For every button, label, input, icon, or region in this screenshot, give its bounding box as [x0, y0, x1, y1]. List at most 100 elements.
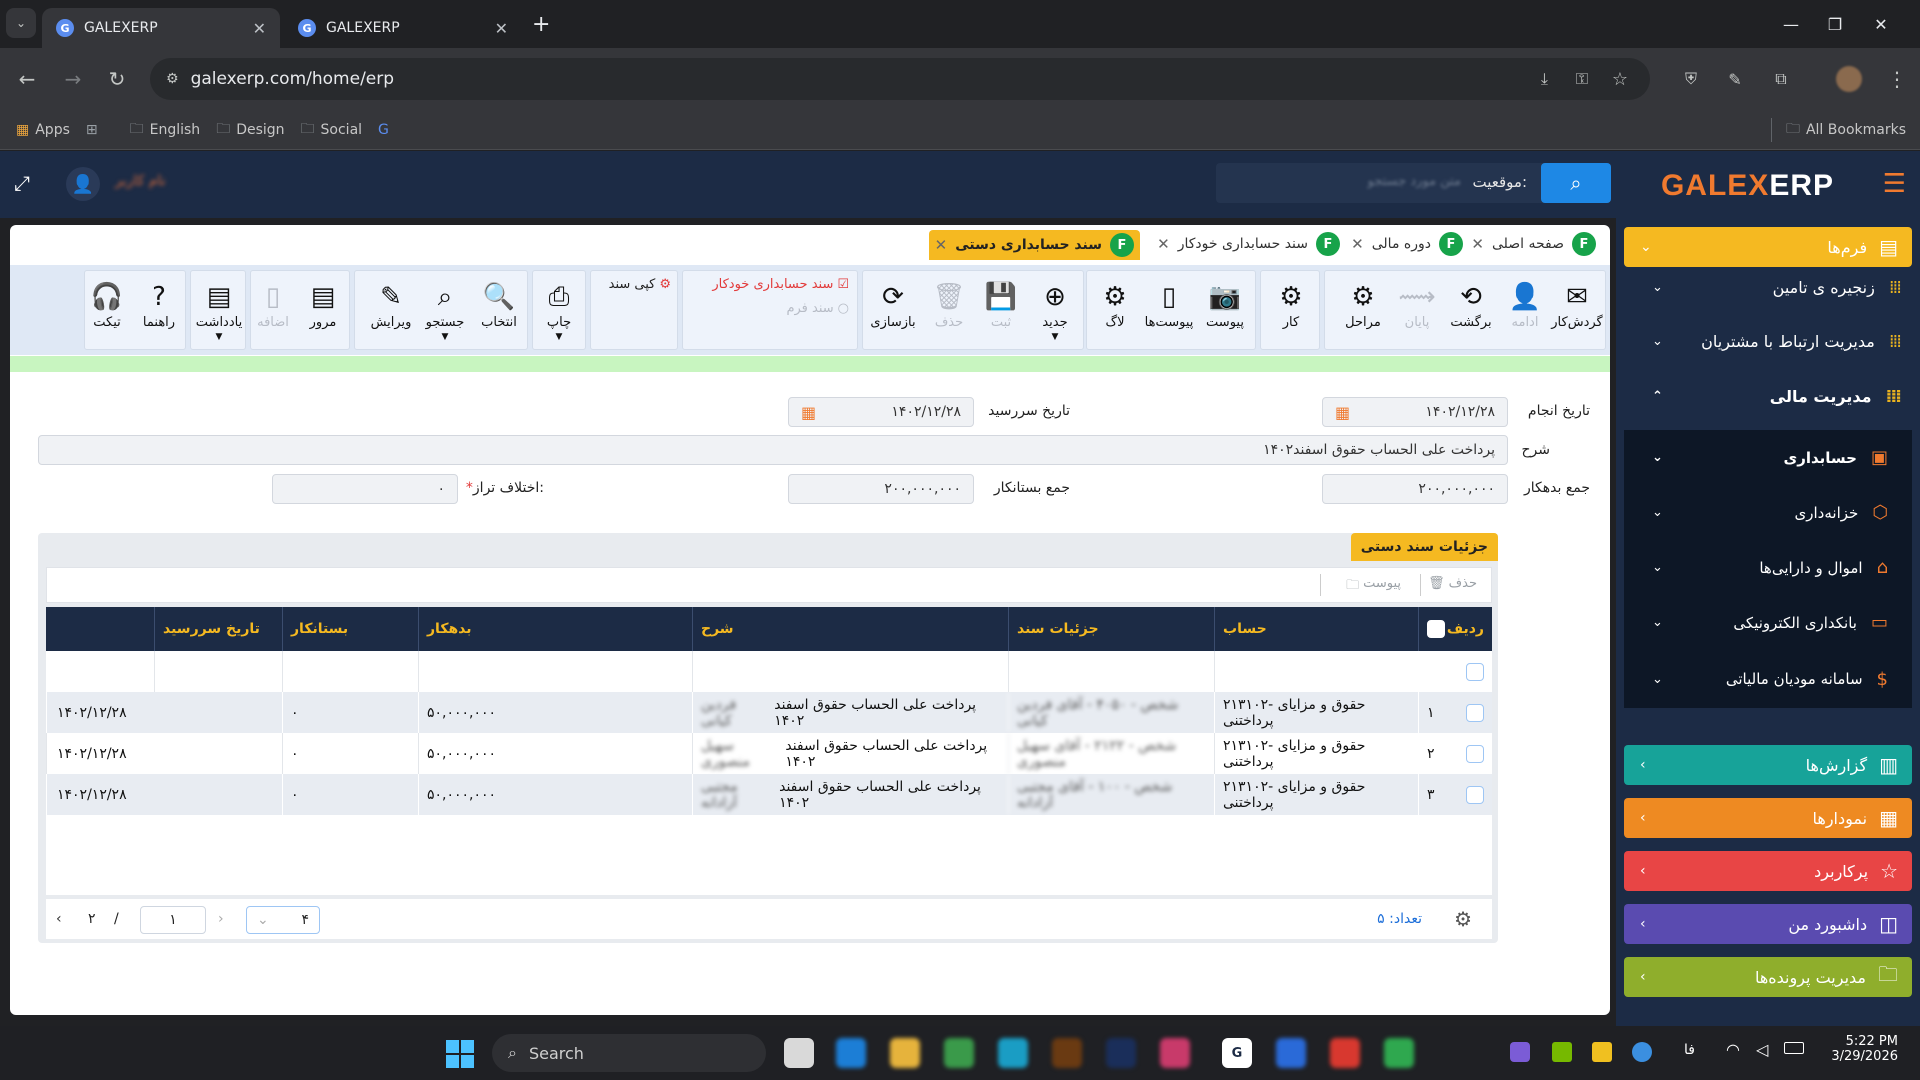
form-doc-option[interactable]: سند فرم ○: [786, 301, 849, 316]
app-icon[interactable]: [890, 1038, 920, 1068]
profile-avatar[interactable]: [1836, 66, 1862, 92]
user-name[interactable]: نام کاربر: [115, 173, 166, 189]
sidebar-item-supply-chain[interactable]: ⌄ زنجیره ی تامین ⁞⁞⁞: [1640, 267, 1910, 307]
start-button[interactable]: [446, 1040, 474, 1068]
row-checkbox[interactable]: [1466, 703, 1484, 722]
bookmark-grid[interactable]: ⊞: [86, 122, 104, 138]
page-prev-button[interactable]: ‹: [56, 911, 62, 927]
taskbar-search[interactable]: ⌕ Search: [492, 1034, 766, 1072]
col-credit[interactable]: بستانکار: [282, 607, 418, 651]
cell-credit[interactable]: [282, 651, 418, 692]
auto-doc-option[interactable]: سند حسابداری خودکار ☑: [712, 277, 849, 292]
cell-description[interactable]: فردین کیانی پرداخت علی الحساب حقوق اسفند …: [692, 692, 1008, 733]
workflow-button[interactable]: ✉ گردش‌کار: [1551, 279, 1603, 349]
close-window-button[interactable]: ✕: [1858, 10, 1904, 38]
cell-debit[interactable]: ۵۰,۰۰۰,۰۰۰: [418, 774, 692, 815]
grid-settings-icon[interactable]: ⚙: [1454, 907, 1472, 931]
save-button[interactable]: 💾 ثبت: [975, 279, 1027, 349]
app-icon[interactable]: [1330, 1038, 1360, 1068]
address-bar[interactable]: ⚙ galexerp.com/home/erp ⤓ ⚿ ☆: [150, 58, 1650, 100]
bookmark-galex[interactable]: G: [378, 122, 395, 138]
row-checkbox[interactable]: [1466, 744, 1484, 763]
balance-diff-field[interactable]: ۰: [272, 474, 458, 504]
sidebar-favorites[interactable]: ‹ پرکاربرد ☆: [1624, 851, 1912, 891]
return-button[interactable]: ⟲ برگشت: [1445, 279, 1497, 349]
description-field[interactable]: پرداخت علی الحساب حقوق اسفند۱۴۰۲: [38, 435, 1508, 465]
help-button[interactable]: ? راهنما: [133, 279, 185, 349]
sidebar-item-finance[interactable]: ⌃ مدیریت مالی ⁞⁞⁞: [1640, 376, 1910, 416]
new-tab-button[interactable]: +: [532, 12, 550, 37]
calendar-icon[interactable]: ▦: [801, 403, 816, 422]
close-tab-icon[interactable]: ✕: [253, 19, 266, 38]
note-button[interactable]: ▤ یادداشت ▼: [193, 279, 245, 349]
cell-detail[interactable]: شخص - ۱۰۰ - آقای مجتبی آزادانه: [1008, 774, 1214, 815]
sidebar-dashboard[interactable]: ‹ داشبورد من ◫: [1624, 904, 1912, 944]
shield-icon[interactable]: ⛨: [1674, 62, 1708, 96]
row-checkbox[interactable]: [1466, 785, 1484, 804]
cell-due-date[interactable]: [154, 651, 282, 692]
table-row[interactable]: ۳ ۲۱۳۱۰۲- حقوق و مزایای پرداختنی شخص - ۱…: [46, 774, 1492, 815]
cell-debit[interactable]: ۵۰,۰۰۰,۰۰۰: [418, 733, 692, 774]
work-button[interactable]: ⚙ کار: [1265, 279, 1317, 349]
restore-button[interactable]: ❐: [1812, 10, 1858, 38]
search-button-ribbon[interactable]: ⌕ جستجو ▼: [419, 279, 471, 349]
table-row[interactable]: ۲ ۲۱۳۱۰۲- حقوق و مزایای پرداختنی شخص - ۲…: [46, 733, 1492, 774]
sidebar-reports[interactable]: ‹ گزارش‌ها ▥: [1624, 745, 1912, 785]
search-input[interactable]: متن مورد جستجو: [1368, 174, 1461, 189]
onedrive-tray-icon[interactable]: [1632, 1042, 1652, 1062]
col-detail[interactable]: جزئیات سند: [1008, 607, 1214, 651]
sidebar-forms[interactable]: ⌄ فرم‌ها ▤: [1624, 227, 1912, 267]
tab-fiscal-period[interactable]: ✕ دوره مالی F: [1345, 230, 1469, 258]
task-view-icon[interactable]: [784, 1038, 814, 1068]
sidebar-files[interactable]: ‹ مدیریت پرونده‌ها 🗀: [1624, 957, 1912, 997]
wifi-icon[interactable]: ◠: [1726, 1040, 1740, 1059]
cell-account[interactable]: ۲۱۳۱۰۲- حقوق و مزایای پرداختنی: [1214, 733, 1418, 774]
language-indicator[interactable]: فا: [1684, 1042, 1695, 1058]
sidebar-charts[interactable]: ‹ نمودارها ▦: [1624, 798, 1912, 838]
bookmark-star-icon[interactable]: ☆: [1612, 69, 1628, 90]
calendar-icon[interactable]: ▦: [1335, 403, 1350, 422]
cell-credit[interactable]: ۰: [282, 733, 418, 774]
galex-app-icon[interactable]: G: [1222, 1038, 1252, 1068]
cell-due-date[interactable]: ۱۴۰۲/۱۲/۲۸: [46, 733, 282, 774]
tab-manual-voucher[interactable]: ✕ سند حسابداری دستی F: [928, 230, 1140, 260]
back-button[interactable]: ←: [10, 62, 44, 96]
cell-description[interactable]: [692, 651, 1008, 692]
edit-button[interactable]: ✎ ویرایش: [365, 279, 417, 349]
sidebar-sub-treasury[interactable]: ⌄ خزانه‌داری ⬡: [1624, 485, 1912, 540]
ticket-button[interactable]: 🎧 تیکت: [81, 279, 133, 349]
tab-home[interactable]: ✕ صفحه اصلی F: [1465, 230, 1602, 258]
col-due-date[interactable]: تاریخ سررسید: [154, 607, 282, 651]
battery-icon[interactable]: [1784, 1042, 1804, 1054]
table-row[interactable]: ۱ ۲۱۳۱۰۲- حقوق و مزایای پرداختنی شخص - ۴…: [46, 692, 1492, 733]
browse-button[interactable]: ▤ مرور: [297, 279, 349, 349]
continue-button[interactable]: 👤 ادامه: [1499, 279, 1551, 349]
attachments-button[interactable]: ▯ پیوست‌ها: [1143, 279, 1195, 349]
due-date-field[interactable]: ▦ ۱۴۰۲/۱۲/۲۸: [788, 397, 974, 427]
close-tab-icon[interactable]: ✕: [495, 19, 508, 38]
credit-total-field[interactable]: ۲۰۰,۰۰۰,۰۰۰: [788, 474, 974, 504]
app-icon[interactable]: [836, 1038, 866, 1068]
sidebar-sub-assets[interactable]: ⌄ اموال و دارایی‌ها ⌂: [1624, 540, 1912, 595]
select-all-checkbox[interactable]: [1427, 620, 1445, 638]
all-bookmarks[interactable]: 🗀 All Bookmarks: [1770, 117, 1906, 142]
details-delete-button[interactable]: 🗑 حذف: [1428, 576, 1477, 591]
close-tab-icon[interactable]: ✕: [935, 236, 948, 254]
copy-doc-button[interactable]: کپی سند ⚙: [609, 277, 671, 292]
nvidia-tray-icon[interactable]: [1552, 1042, 1572, 1062]
date-field[interactable]: ▦ ۱۴۰۲/۱۲/۲۸: [1322, 397, 1508, 427]
search-button[interactable]: ⌕: [1541, 163, 1611, 203]
site-info-icon[interactable]: ⚙: [166, 71, 179, 87]
select-button[interactable]: 🔍 انتخاب: [473, 279, 525, 349]
cell-account[interactable]: ۲۱۳۱۰۲- حقوق و مزایای پرداختنی: [1214, 692, 1418, 733]
security-tray-icon[interactable]: [1592, 1042, 1612, 1062]
install-app-icon[interactable]: ⤓: [1541, 69, 1548, 89]
app-icon[interactable]: [1052, 1038, 1082, 1068]
cell-due-date[interactable]: ۱۴۰۲/۱۲/۲۸: [46, 692, 282, 733]
app-icon[interactable]: [1276, 1038, 1306, 1068]
fullscreen-icon[interactable]: ⤢: [14, 171, 30, 195]
close-tab-icon[interactable]: ✕: [1351, 235, 1364, 253]
browser-tab-2[interactable]: G GALEXERP ✕: [284, 8, 522, 48]
bookmark-english[interactable]: 🗀 English: [130, 118, 201, 142]
page-size-select[interactable]: ⌄ ۴: [246, 906, 320, 934]
